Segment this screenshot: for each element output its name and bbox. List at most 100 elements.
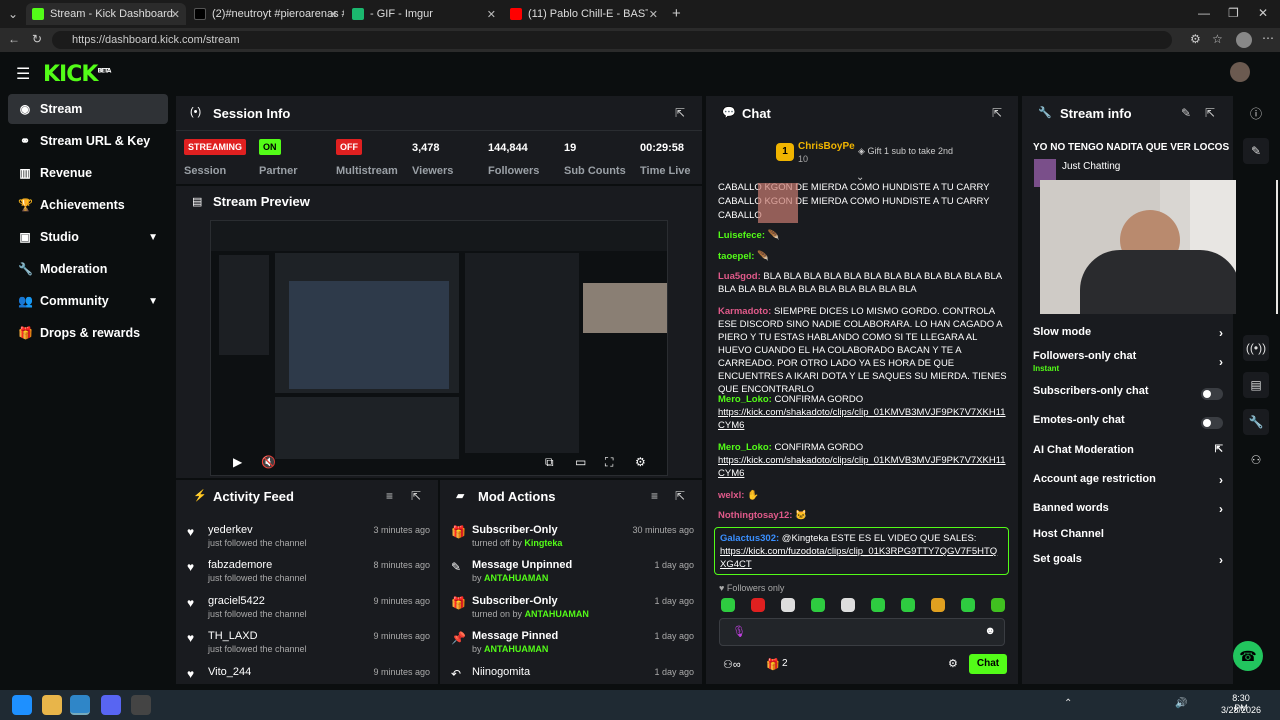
info-icon[interactable]: ⓘ	[1243, 101, 1269, 127]
chat-link[interactable]: https://kick.com/shakadoto/clips/clip_01…	[718, 455, 1006, 479]
mod-user[interactable]: ANTAHUAMAN	[484, 644, 548, 654]
sidebar-item-stream-url[interactable]: ⚭ Stream URL & Key	[8, 126, 168, 156]
mod-user[interactable]: Kingteka	[524, 538, 562, 548]
close-icon[interactable]: ✕	[487, 8, 496, 21]
chat-link[interactable]: https://kick.com/fuzodota/clips/clip_01K…	[720, 546, 997, 570]
chat-username[interactable]: Karmadoto:	[718, 306, 771, 317]
extensions-icon[interactable]: ⚙	[1190, 32, 1201, 46]
mute-icon[interactable]: 🔇	[261, 455, 276, 469]
sidebar-item-achievements[interactable]: 🏆 Achievements	[8, 190, 168, 220]
chat-username[interactable]: Mero_Loko:	[718, 394, 772, 405]
file-explorer-icon[interactable]	[42, 695, 62, 715]
close-icon[interactable]: ✕	[649, 8, 658, 21]
send-chat-button[interactable]: Chat	[969, 654, 1007, 674]
filter-icon[interactable]: ≡	[386, 489, 393, 503]
follower-name[interactable]: TH_LAXD	[208, 630, 258, 642]
emote-button[interactable]	[901, 598, 915, 612]
chat-username[interactable]: Mero_Loko:	[718, 442, 772, 453]
back-icon[interactable]: ←	[8, 32, 20, 46]
edge-icon[interactable]	[70, 695, 90, 715]
emote-button[interactable]	[811, 598, 825, 612]
edit-icon[interactable]: ✎	[1243, 138, 1269, 164]
setting-subscribers-only[interactable]: Subscribers-only chat	[1033, 385, 1223, 405]
browser-tab-youtube[interactable]: (11) Pablo Chill-E - BASTARDO ft. F ✕	[504, 3, 664, 25]
emote-button[interactable]	[991, 598, 1005, 612]
volume-icon[interactable]: 🔊	[1175, 698, 1187, 709]
chat-username[interactable]: Luisefece:	[718, 230, 765, 241]
sidebar-item-stream[interactable]: ◉ Stream	[8, 94, 168, 124]
users-icon[interactable]: ⚇∞	[723, 658, 741, 671]
clock-date[interactable]: 3/28/2026	[1220, 705, 1262, 715]
sidebar-item-revenue[interactable]: ▥ Revenue	[8, 158, 168, 188]
emoji-icon[interactable]: ☻	[984, 625, 996, 637]
popout-icon[interactable]: ⇱	[675, 106, 685, 120]
top-gifter-name[interactable]: ChrisBoyPe	[798, 141, 855, 152]
popout-icon[interactable]: ⇱	[1205, 106, 1215, 120]
close-icon[interactable]: ✕	[329, 8, 338, 21]
close-icon[interactable]: ✕	[171, 8, 180, 21]
settings-icon[interactable]: ⚙	[948, 657, 958, 670]
filter-icon[interactable]: ≡	[651, 489, 658, 503]
follower-name[interactable]: yederkev	[208, 524, 253, 536]
emote-button[interactable]	[751, 598, 765, 612]
video-player[interactable]: ▶ 🔇 ⧉ ▭ ⛶ ⚙	[210, 220, 668, 476]
follower-name[interactable]: graciel5422	[208, 595, 265, 607]
gift-note[interactable]: ◈ Gift 1 sub to take 2nd	[858, 146, 953, 157]
popout-icon[interactable]: ⇱	[675, 489, 685, 503]
emote-button[interactable]	[721, 598, 735, 612]
browser-tab-tiktok[interactable]: (2)#neutroyt #pieroarenas #polem ✕	[188, 3, 344, 25]
emote-button[interactable]	[871, 598, 885, 612]
emote-button[interactable]	[781, 598, 795, 612]
sidebar-item-drops[interactable]: 🎁 Drops & rewards	[8, 318, 168, 348]
category-name[interactable]: Just Chatting	[1062, 161, 1120, 172]
popout-icon[interactable]: ⇱	[411, 489, 421, 503]
hamburger-icon[interactable]: ☰	[16, 64, 30, 84]
theater-icon[interactable]: ▭	[575, 455, 586, 469]
chat-username[interactable]: taoepel:	[718, 251, 754, 262]
sidebar-item-community[interactable]: 👥 Community ▼	[8, 286, 168, 316]
play-icon[interactable]: ▶	[233, 455, 242, 469]
setting-slow-mode[interactable]: Slow mode ›	[1033, 326, 1223, 346]
tray-chevron-icon[interactable]: ⌃	[1064, 698, 1072, 709]
user-avatar[interactable]	[1230, 62, 1250, 82]
minimize-icon[interactable]: —	[1198, 6, 1210, 20]
browser-tab-imgur[interactable]: - GIF - Imgur ✕	[346, 3, 502, 25]
discord-icon[interactable]	[101, 695, 121, 715]
obs-icon[interactable]	[131, 695, 151, 715]
browser-tab-kick[interactable]: Stream - Kick Dashboard ✕	[26, 3, 186, 25]
setting-followers-only[interactable]: Followers-only chat Instant ›	[1033, 350, 1223, 374]
broadcast-icon[interactable]: ((•))	[1243, 335, 1269, 361]
emote-button[interactable]	[841, 598, 855, 612]
setting-set-goals[interactable]: Set goals ›	[1033, 553, 1223, 573]
chat-username[interactable]: welxl:	[718, 490, 744, 501]
emote-button[interactable]	[931, 598, 945, 612]
emote-button[interactable]	[961, 598, 975, 612]
subscribers-only-toggle[interactable]	[1201, 388, 1223, 400]
follower-name[interactable]: Vito_244	[208, 666, 251, 678]
setting-banned-words[interactable]: Banned words ›	[1033, 502, 1223, 522]
pip-icon[interactable]: ⧉	[545, 455, 554, 470]
emotes-only-toggle[interactable]	[1201, 417, 1223, 429]
setting-ai-moderation[interactable]: AI Chat Moderation ⇱	[1033, 444, 1223, 464]
maximize-icon[interactable]: ❐	[1228, 6, 1239, 20]
gift-icon[interactable]: 🎁	[766, 658, 780, 671]
follower-name[interactable]: fabzademore	[208, 559, 272, 571]
help-chat-button[interactable]: ☎	[1233, 641, 1263, 671]
wrench-icon[interactable]: 🔧	[1243, 409, 1269, 435]
sidebar-item-studio[interactable]: ▣ Studio ▼	[8, 222, 168, 252]
new-tab-icon[interactable]: +	[672, 5, 681, 22]
url-field[interactable]: https://dashboard.kick.com/stream	[52, 31, 1172, 49]
sidebar-item-moderation[interactable]: 🔧 Moderation	[8, 254, 168, 284]
settings-icon[interactable]: ⚙	[635, 455, 646, 469]
mod-user[interactable]: ANTAHUAMAN	[484, 573, 548, 583]
setting-host-channel[interactable]: Host Channel	[1033, 528, 1223, 548]
window-close-icon[interactable]: ✕	[1258, 6, 1268, 20]
users-icon[interactable]: ⚇	[1243, 447, 1269, 473]
edit-icon[interactable]: ✎	[1181, 106, 1191, 120]
kick-logo[interactable]: KICKBETA	[43, 62, 111, 87]
setting-emotes-only[interactable]: Emotes-only chat	[1033, 414, 1223, 434]
windows-start-icon[interactable]	[12, 695, 32, 715]
chat-input[interactable]: 🎙 ☻	[719, 618, 1005, 646]
favorites-icon[interactable]: ☆	[1212, 32, 1223, 46]
fullscreen-icon[interactable]: ⛶	[605, 455, 613, 470]
